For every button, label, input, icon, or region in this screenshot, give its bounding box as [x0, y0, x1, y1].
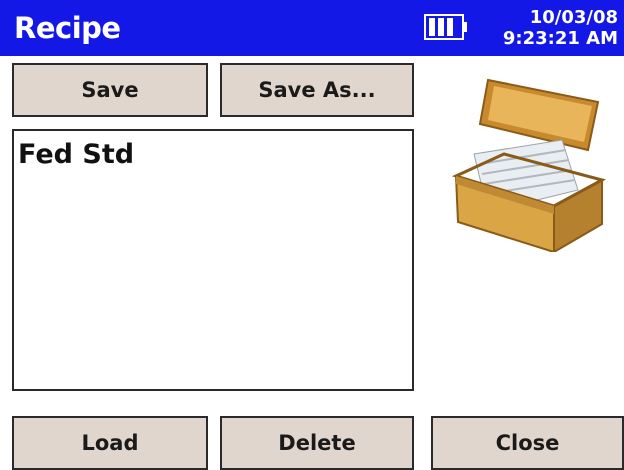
delete-button[interactable]: Delete: [220, 416, 414, 470]
list-item[interactable]: Fed Std: [18, 139, 134, 170]
status-date: 10/03/08: [529, 7, 618, 28]
title-bar: Recipe 10/03/08 9:23:21 AM: [0, 0, 624, 56]
save-button[interactable]: Save: [12, 63, 208, 117]
recipe-list[interactable]: Fed Std: [12, 129, 414, 391]
recipe-card-box-icon: [451, 78, 607, 252]
load-button[interactable]: Load: [12, 416, 208, 470]
window-title: Recipe: [14, 11, 121, 45]
close-button[interactable]: Close: [431, 416, 624, 470]
save-as-button[interactable]: Save As...: [220, 63, 414, 117]
battery-icon: [424, 14, 467, 40]
status-time: 9:23:21 AM: [502, 28, 618, 49]
